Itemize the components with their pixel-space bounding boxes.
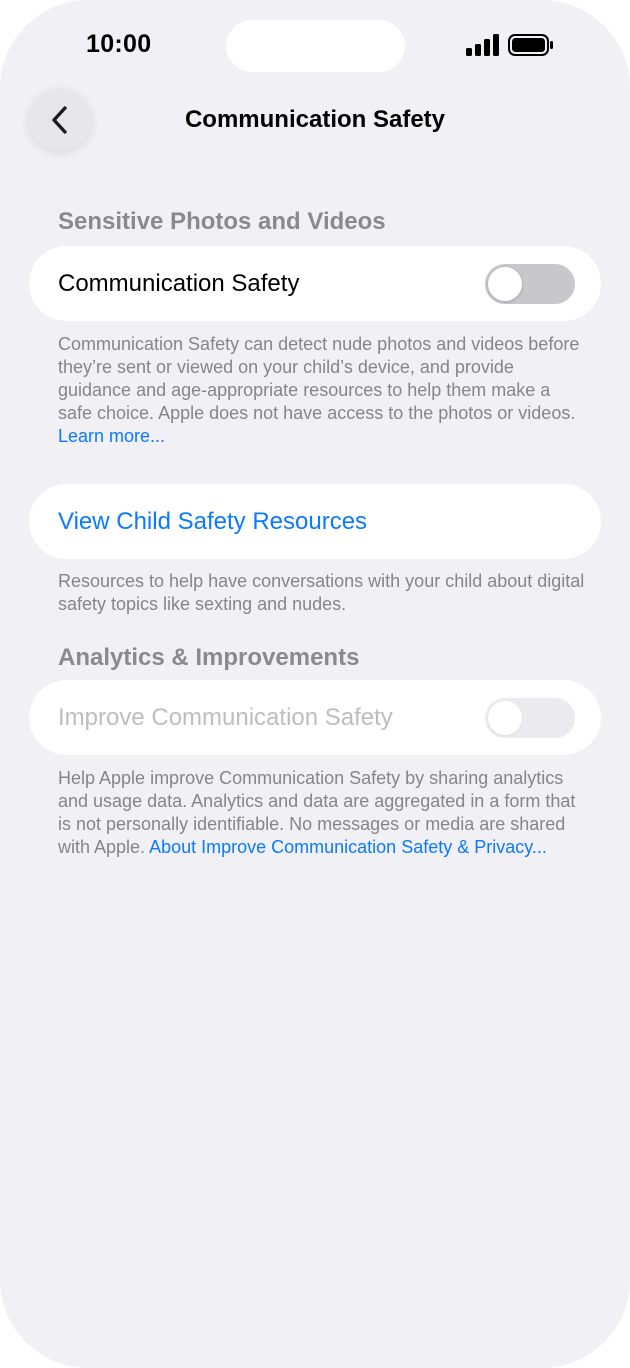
page-title: Communication Safety xyxy=(184,106,446,133)
toggle-knob xyxy=(488,267,522,301)
communication-safety-label: Communication Safety xyxy=(58,270,300,297)
phone-screen: 10:00 Communication Safety Sensitive Pho… xyxy=(0,0,630,1368)
description-text: Communication Safety can detect nude pho… xyxy=(58,334,580,423)
view-child-safety-resources-link[interactable]: View Child Safety Resources xyxy=(58,508,367,536)
improve-safety-toggle[interactable] xyxy=(485,698,575,738)
communication-safety-description: Communication Safety can detect nude pho… xyxy=(58,333,588,448)
dynamic-island xyxy=(226,20,405,72)
communication-safety-row: Communication Safety xyxy=(29,246,601,321)
section-header-analytics: Analytics & Improvements xyxy=(58,644,360,671)
toggle-knob xyxy=(488,701,522,735)
resources-description: Resources to help have conversations wit… xyxy=(58,571,585,614)
improve-safety-label: Improve Communication Safety xyxy=(58,704,393,731)
view-resources-row[interactable]: View Child Safety Resources xyxy=(29,484,601,559)
analytics-description: Help Apple improve Communication Safety … xyxy=(58,767,588,859)
improve-safety-row: Improve Communication Safety xyxy=(29,680,601,755)
learn-more-link[interactable]: Learn more... xyxy=(58,426,165,446)
section-header-sensitive: Sensitive Photos and Videos xyxy=(58,208,386,235)
about-improve-privacy-link[interactable]: About Improve Communication Safety & Pri… xyxy=(149,837,547,857)
communication-safety-toggle[interactable] xyxy=(485,264,575,304)
battery-icon xyxy=(508,34,553,56)
status-time: 10:00 xyxy=(86,30,152,58)
signal-icon xyxy=(466,34,499,56)
